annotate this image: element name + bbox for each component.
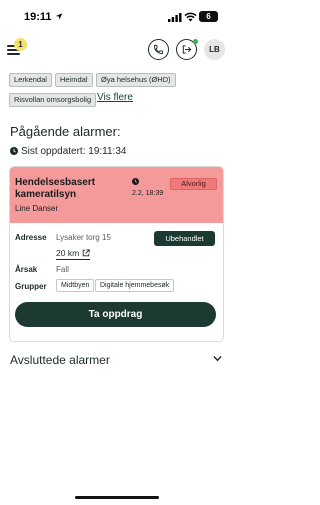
phone-icon <box>153 44 164 55</box>
online-status-dot <box>193 39 198 44</box>
alarm-card[interactable]: Hendelsesbasert kameratilsyn Line Danser… <box>9 166 224 342</box>
filter-chip[interactable]: Risvollan omsorgsbolig <box>9 93 97 107</box>
reason-label: Årsak <box>15 265 38 274</box>
filter-chip[interactable]: Øya helsehus (ØHD) <box>96 73 176 87</box>
take-assignment-button[interactable]: Ta oppdrag <box>15 302 216 327</box>
wifi-icon <box>184 12 197 22</box>
avatar[interactable]: LB <box>204 39 225 60</box>
group-chip: Midtbyen <box>56 279 95 292</box>
alarm-card-header: Hendelsesbasert kameratilsyn Line Danser… <box>10 167 223 223</box>
groups-label: Grupper <box>15 282 47 291</box>
signal-icon <box>168 13 182 22</box>
battery-icon: 6 <box>199 11 218 22</box>
distance-value: 20 km <box>56 248 80 258</box>
last-updated-text: Sist oppdatert: 19:11:34 <box>21 145 127 157</box>
ongoing-alarms-title: Pågående alarmer: <box>10 124 121 139</box>
clock-icon <box>132 178 139 185</box>
phone-button[interactable] <box>148 39 169 60</box>
group-chip: Digitale hjemmebesøk <box>95 279 175 292</box>
alarm-time: 2.2, 18:39 <box>132 190 164 197</box>
status-time: 19:11 <box>24 11 52 23</box>
closed-alarms-title[interactable]: Avsluttede alarmer <box>10 353 110 367</box>
status-button[interactable]: Ubehandlet <box>154 231 215 246</box>
last-updated: Sist oppdatert: 19:11:34 <box>10 145 126 157</box>
address-value: Lysaker torg 15 <box>56 233 111 242</box>
logout-icon <box>182 45 192 54</box>
notification-badge: 1 <box>14 38 27 51</box>
chevron-down-icon[interactable] <box>213 355 222 362</box>
home-indicator <box>75 496 159 499</box>
distance-link[interactable]: 20 km <box>56 247 91 260</box>
external-link-icon <box>82 249 90 257</box>
alarm-type: Hendelsesbasert kameratilsyn <box>15 177 96 200</box>
address-label: Adresse <box>15 233 47 242</box>
reason-value: Fall <box>56 265 69 274</box>
alarm-person: Line Danser <box>15 204 59 213</box>
status-bar: 19:11 6 <box>0 0 233 34</box>
filter-chip[interactable]: Heimdal <box>55 73 93 87</box>
see-more-link[interactable]: Vis flere <box>97 92 133 103</box>
clock-icon <box>10 147 18 155</box>
location-arrow-icon <box>55 13 63 20</box>
filter-chip[interactable]: Lerkendal <box>9 73 52 87</box>
severity-badge: Alvorlig <box>170 178 217 190</box>
